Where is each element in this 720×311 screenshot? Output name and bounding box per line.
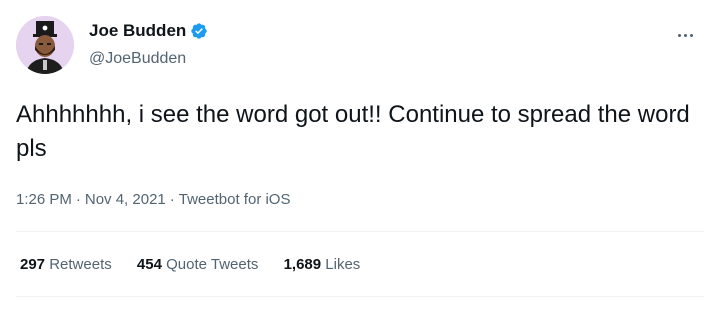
meta-separator: · (169, 191, 175, 208)
tweet-date[interactable]: Nov 4, 2021 (85, 191, 166, 208)
divider (16, 231, 704, 232)
quote-tweets-count: 454 (136, 256, 162, 273)
quote-tweets-stat[interactable]: 454 Quote Tweets (137, 256, 258, 273)
likes-label: Likes (325, 256, 361, 273)
display-name[interactable]: Joe Budden (89, 21, 186, 41)
likes-count: 1,689 (283, 256, 322, 273)
retweets-stat[interactable]: 297 Retweets (20, 256, 112, 273)
quote-tweets-label: Quote Tweets (166, 256, 259, 273)
avatar-image (16, 16, 74, 74)
avatar[interactable] (16, 16, 74, 74)
divider (16, 296, 704, 297)
author-name-row: Joe Budden (89, 21, 208, 41)
verified-badge-icon (190, 22, 208, 40)
tweet-time[interactable]: 1:26 PM (16, 191, 72, 208)
more-options-icon[interactable] (678, 24, 704, 37)
tweet-source[interactable]: Tweetbot for iOS (179, 191, 291, 208)
tweet-text: Ahhhhhhh, i see the word got out!! Conti… (16, 101, 690, 162)
retweets-count: 297 (20, 256, 46, 273)
author-handle[interactable]: @JoeBudden (89, 50, 186, 68)
likes-stat[interactable]: 1,689 Likes (284, 256, 361, 273)
tweet-meta: 1:26 PM · Nov 4, 2021 · Tweetbot for iOS (16, 191, 290, 208)
meta-separator: · (75, 191, 81, 208)
tweet-stats: 297 Retweets 454 Quote Tweets 1,689 Like… (20, 256, 381, 273)
retweets-label: Retweets (49, 256, 112, 273)
tweet-card: Joe Budden @JoeBudden Ahhhhhhh, i see th… (0, 0, 720, 311)
